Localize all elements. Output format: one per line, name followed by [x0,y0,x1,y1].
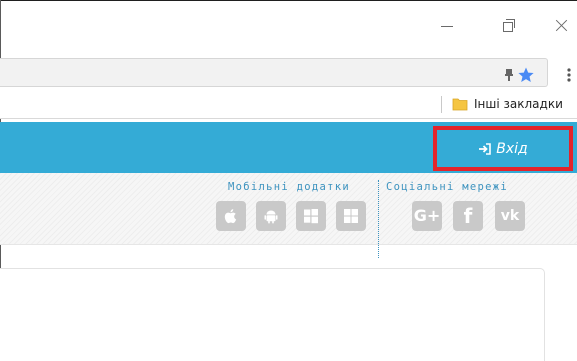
login-button[interactable]: Вхід [433,126,573,171]
folder-icon [452,98,468,111]
group-divider [378,180,379,258]
window-titlebar [0,0,577,58]
mobile-apps-label: Мобільні додатки [228,181,350,193]
windows-phone-icon[interactable] [336,201,366,231]
other-bookmarks-label: Інші закладки [474,97,563,111]
google-plus-icon[interactable]: G+ [412,201,442,231]
bookmarks-separator [441,96,442,113]
windows-icon[interactable] [296,201,326,231]
android-glyph [264,210,278,224]
facebook-text: f [463,204,473,228]
login-label: Вхід [496,140,528,157]
browser-window: Інші закладки Вхід Мобільні додатки Соці… [0,0,577,361]
vk-text: vk [500,208,520,224]
sign-in-icon [479,142,492,155]
restore-icon[interactable] [496,14,520,38]
windows-glyph [304,209,318,224]
browser-toolbar [0,58,577,89]
apple-glyph [224,209,237,224]
apple-icon[interactable] [216,201,246,231]
minimize-icon[interactable] [436,14,460,38]
content-card [0,268,545,361]
facebook-icon[interactable]: f [453,201,483,231]
vk-icon[interactable]: vk [495,201,525,231]
bookmarks-bar: Інші закладки [0,89,577,119]
windows-phone-glyph [344,209,358,223]
menu-kebab-icon[interactable] [560,66,577,84]
close-icon[interactable] [549,14,573,38]
google-plus-text: G+ [413,206,441,225]
social-networks-label: Соціальні мережі [386,181,508,193]
address-bar[interactable] [0,58,548,87]
extension-icon[interactable] [500,66,518,84]
bookmark-star-icon[interactable] [517,66,535,84]
android-icon[interactable] [256,201,286,231]
other-bookmarks-folder[interactable]: Інші закладки [452,93,563,115]
